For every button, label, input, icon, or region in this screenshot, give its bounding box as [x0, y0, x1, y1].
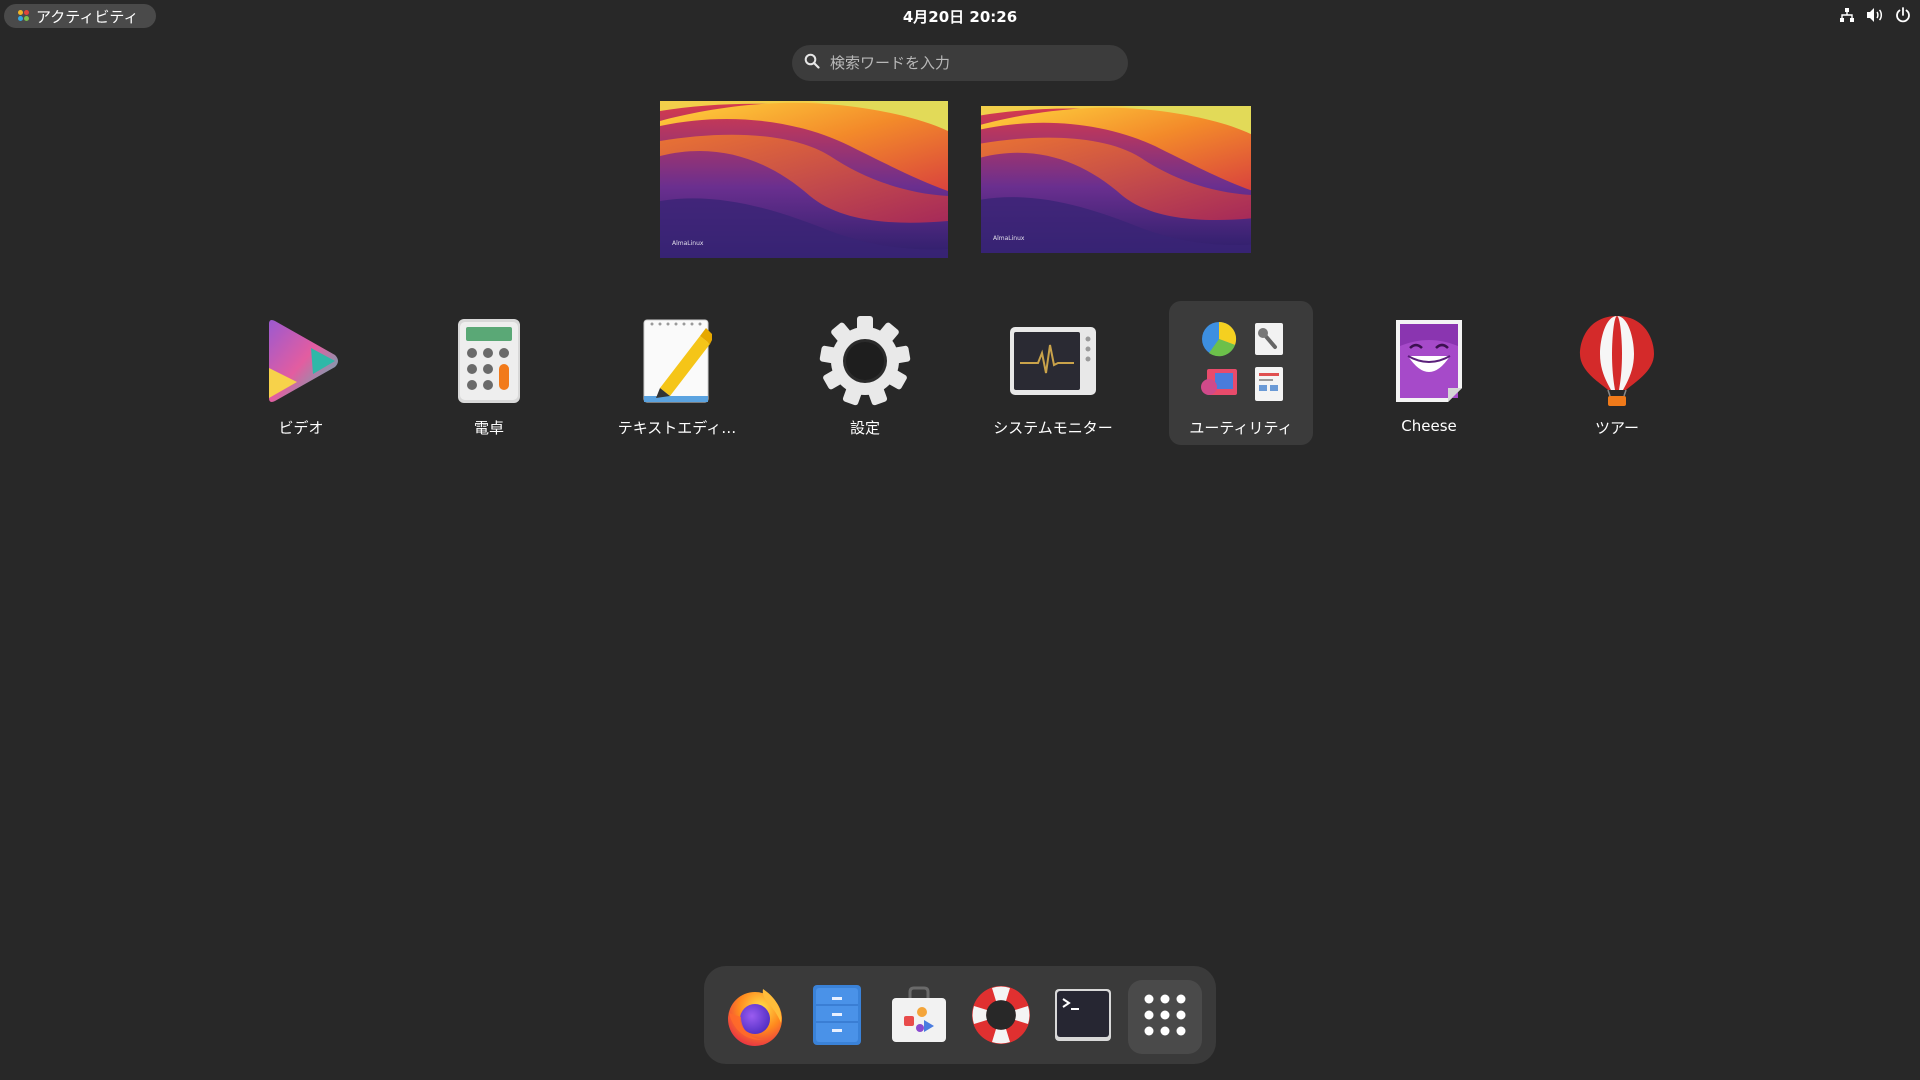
almalinux-logo-icon [18, 10, 30, 22]
settings-icon [817, 313, 913, 409]
video-icon [253, 313, 349, 409]
app-label: 電卓 [473, 419, 504, 437]
software-icon [890, 986, 948, 1048]
activities-overview: アクティビティ 4月20日 20:26 検索ワードを入力 AlmaLinux A… [0, 0, 1920, 1080]
activities-button[interactable]: アクティビティ [4, 4, 156, 28]
dock-item-firefox[interactable] [718, 980, 792, 1054]
dock-item-help[interactable] [964, 980, 1038, 1054]
app-system-monitor[interactable]: システムモニター [981, 301, 1125, 445]
app-grid-icon [1143, 993, 1187, 1041]
app-tour[interactable]: ツアー [1545, 301, 1689, 445]
help-icon [970, 984, 1032, 1050]
firefox-icon [723, 983, 787, 1051]
dock-item-software[interactable] [882, 980, 956, 1054]
app-label: Cheese [1401, 417, 1457, 435]
app-cheese[interactable]: Cheese [1357, 301, 1501, 445]
app-label: ツアー [1594, 419, 1640, 437]
app-folder-utilities[interactable]: ユーティリティ [1169, 301, 1313, 445]
activities-label: アクティビティ [36, 7, 139, 26]
cheese-icon [1381, 313, 1477, 409]
search-entry[interactable] [792, 45, 1128, 81]
terminal-icon [1055, 989, 1111, 1045]
search-icon [804, 53, 820, 73]
dock-item-terminal[interactable] [1046, 980, 1120, 1054]
show-apps-button[interactable] [1128, 980, 1202, 1054]
text-editor-icon [629, 313, 725, 409]
app-label: ビデオ [278, 419, 324, 437]
app-label: システムモニター [993, 419, 1113, 437]
power-icon[interactable] [1894, 6, 1912, 24]
workspace-thumbnail-1[interactable]: AlmaLinux [660, 101, 948, 258]
dash [704, 966, 1216, 1064]
clock: 4月20日 20:26 [0, 6, 1920, 27]
tour-icon [1569, 313, 1665, 409]
app-text-editor[interactable]: テキストエディ… [605, 301, 749, 445]
top-bar: アクティビティ 4月20日 20:26 [0, 0, 1920, 32]
calculator-icon [441, 313, 537, 409]
app-video[interactable]: ビデオ [229, 301, 373, 445]
files-icon [813, 985, 861, 1049]
system-tray[interactable] [1838, 6, 1912, 24]
workspace-brand-label: AlmaLinux [672, 240, 704, 247]
search-input[interactable] [830, 54, 1110, 72]
clock-label[interactable]: 4月20日 20:26 [903, 8, 1017, 26]
workspace-brand-label: AlmaLinux [993, 235, 1025, 242]
system-monitor-icon [1005, 313, 1101, 409]
dock-item-files[interactable] [800, 980, 874, 1054]
app-calculator[interactable]: 電卓 [417, 301, 561, 445]
app-settings[interactable]: 設定 [793, 301, 937, 445]
app-label: テキストエディ… [617, 419, 737, 437]
utilities-folder-icon [1193, 313, 1289, 409]
volume-icon[interactable] [1866, 6, 1884, 24]
app-label: 設定 [849, 419, 880, 437]
app-label: ユーティリティ [1189, 419, 1293, 437]
workspace-thumbnail-2[interactable]: AlmaLinux [981, 106, 1251, 253]
network-icon[interactable] [1838, 6, 1856, 24]
